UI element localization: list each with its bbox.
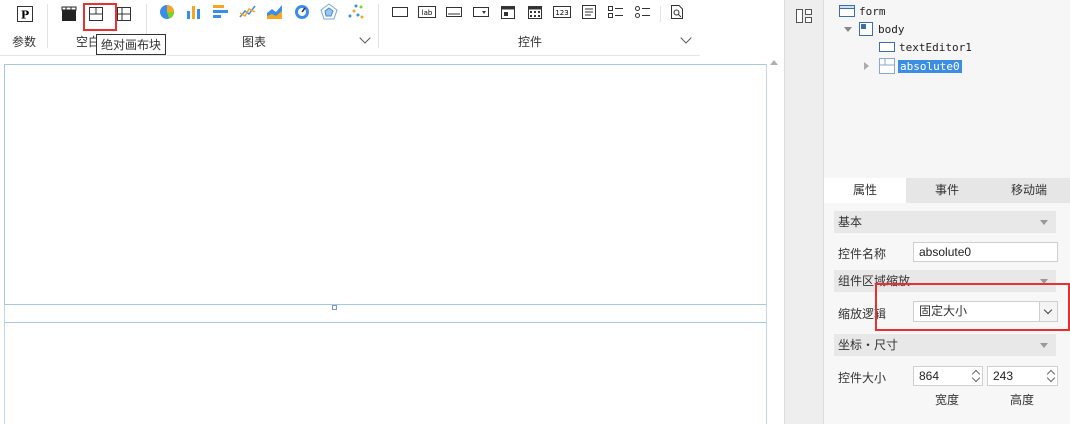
expand-arrow-icon[interactable] xyxy=(844,26,852,32)
line-chart-icon[interactable] xyxy=(238,2,258,22)
scale-logic-highlight xyxy=(875,283,1070,331)
chart-group-label: 图表 xyxy=(242,35,267,49)
control-group-label: 控件 xyxy=(518,35,543,49)
area-chart-icon[interactable] xyxy=(265,2,285,22)
width-value: 864 xyxy=(919,369,940,383)
svg-text:lab: lab xyxy=(422,9,433,17)
property-panel: form body textEditor1 absolute0 属性 事件 移动… xyxy=(824,0,1070,424)
widget-toolbar: P 参数 空白 绝对画布块 图表 lab 123 控件 xyxy=(0,0,700,56)
calendar-icon[interactable] xyxy=(525,2,545,22)
tree-node-form[interactable]: form xyxy=(839,2,886,20)
gauge-chart-icon[interactable] xyxy=(292,2,312,22)
body-icon xyxy=(859,22,873,36)
radar-chart-icon[interactable] xyxy=(319,2,339,22)
resize-handle[interactable] xyxy=(332,305,337,310)
tree-label-body: body xyxy=(878,22,905,36)
svg-text:123: 123 xyxy=(555,9,568,17)
component-tree: form body textEditor1 absolute0 xyxy=(824,0,1070,178)
scatter-chart-icon[interactable] xyxy=(346,2,366,22)
absolute-canvas-highlight xyxy=(83,3,117,31)
absolute-canvas-block[interactable] xyxy=(4,64,767,305)
form-icon xyxy=(839,5,855,17)
label-icon[interactable]: lab xyxy=(417,2,437,22)
tooltip: 绝对画布块 xyxy=(96,34,167,55)
collapse-arrow-icon[interactable] xyxy=(1040,343,1048,348)
tab-mobile[interactable]: 移动端 xyxy=(988,178,1070,203)
tree-label-absolute0: absolute0 xyxy=(898,59,962,73)
name-label: 控件名称 xyxy=(838,247,887,261)
dropdown-icon[interactable] xyxy=(471,2,491,22)
tree-node-absolute0[interactable]: absolute0 xyxy=(864,57,962,75)
absolute-layout-icon xyxy=(879,58,895,74)
tree-node-body[interactable]: body xyxy=(844,20,905,38)
text-field-icon[interactable] xyxy=(444,2,464,22)
design-canvas[interactable] xyxy=(0,57,784,424)
canvas-divider xyxy=(4,322,767,323)
horizontal-bar-icon[interactable] xyxy=(211,2,231,22)
tree-label-form: form xyxy=(859,4,886,18)
param-p-icon[interactable]: P xyxy=(15,4,35,24)
svg-text:P: P xyxy=(21,9,29,22)
textarea-icon[interactable] xyxy=(579,2,599,22)
layout-toggle-icon[interactable] xyxy=(795,8,813,27)
date-icon[interactable] xyxy=(498,2,518,22)
chart-expand-chevron-icon[interactable] xyxy=(359,32,371,44)
radio-group-icon[interactable] xyxy=(633,2,653,22)
query-icon[interactable] xyxy=(667,2,687,22)
width-stepper[interactable]: 864 xyxy=(913,366,983,386)
canvas-scroll-track[interactable] xyxy=(766,64,767,424)
separator xyxy=(47,4,48,48)
button-icon[interactable] xyxy=(390,2,410,22)
pie-chart-icon[interactable] xyxy=(157,2,177,22)
checkbox-group-icon[interactable] xyxy=(606,2,626,22)
property-tabs: 属性 事件 移动端 xyxy=(824,178,1070,203)
tab-attributes[interactable]: 属性 xyxy=(824,178,906,203)
clapper-icon[interactable] xyxy=(59,4,79,24)
size-label: 控件大小 xyxy=(838,371,887,385)
section-coordinates[interactable]: 坐标・尺寸 xyxy=(834,334,1056,356)
spinner-icon[interactable] xyxy=(1045,367,1057,385)
section-basic[interactable]: 基本 xyxy=(834,211,1056,233)
height-stepper[interactable]: 243 xyxy=(987,366,1058,386)
section-coordinates-title: 坐标・尺寸 xyxy=(838,338,899,352)
scroll-up-arrow-icon[interactable] xyxy=(770,60,778,65)
grid-layout-icon[interactable] xyxy=(114,4,134,24)
height-value: 243 xyxy=(993,369,1014,383)
tab-events[interactable]: 事件 xyxy=(906,178,988,203)
tree-label-texteditor1: textEditor1 xyxy=(899,40,972,54)
collapse-arrow-icon[interactable] xyxy=(864,62,869,70)
text-editor-icon xyxy=(879,42,895,52)
width-caption: 宽度 xyxy=(935,393,960,407)
height-caption: 高度 xyxy=(1010,393,1035,407)
separator xyxy=(378,4,379,48)
collapse-arrow-icon[interactable] xyxy=(1040,220,1048,225)
side-toolbar-strip xyxy=(784,0,824,424)
canvas-border xyxy=(4,305,5,424)
control-expand-chevron-icon[interactable] xyxy=(680,32,692,44)
separator xyxy=(660,6,661,22)
bar-chart-icon[interactable] xyxy=(184,2,204,22)
spinner-icon[interactable] xyxy=(970,367,982,385)
tree-node-texteditor1[interactable]: textEditor1 xyxy=(879,38,972,56)
param-group-label: 参数 xyxy=(12,35,37,49)
number-icon[interactable]: 123 xyxy=(552,2,572,22)
section-basic-title: 基本 xyxy=(838,215,863,229)
component-name-field[interactable]: absolute0 xyxy=(913,242,1058,262)
